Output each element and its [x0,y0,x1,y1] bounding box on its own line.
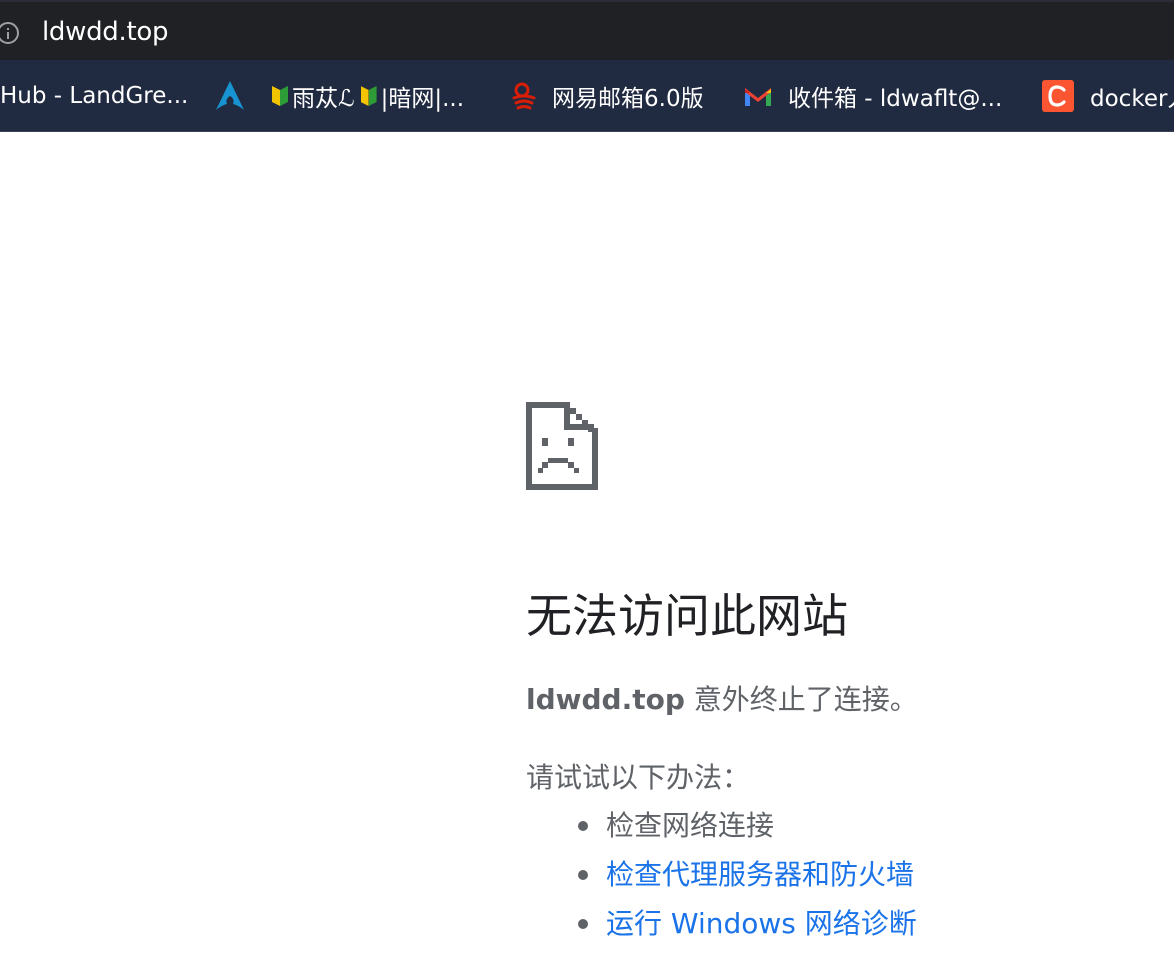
gmail-icon [745,88,771,106]
error-title: 无法访问此网站 [526,589,848,643]
list-item: 检查网络连接 [526,806,917,855]
bookmark-hub[interactable]: Hub - LandGre... [0,60,189,131]
suggestion-check-proxy-link[interactable]: 检查代理服务器和防火墙 [606,858,914,891]
bookmark-docker[interactable]: docker入 [1042,60,1174,131]
error-icon-wrap [526,402,598,490]
list-item: 检查代理服务器和防火墙 [526,855,917,904]
bookmark-label: 收件箱 - ldwaflt@... [788,86,1003,112]
sad-page-icon [526,402,598,490]
list-item: 运行 Windows 网络诊断 [526,904,917,953]
error-message: 意外终止了连接。 [684,683,918,716]
bookmark-label: docker入 [1090,86,1174,112]
url-text[interactable]: ldwdd.top [42,15,168,49]
bullet-icon [578,821,588,831]
bookmark-netease-mail[interactable]: 网易邮箱6.0版 [508,60,704,131]
bullet-icon [578,919,588,929]
error-host: ldwdd.top [526,683,685,716]
bullet-icon [578,870,588,880]
bookmark-gmail[interactable]: 收件箱 - ldwaflt@... [742,60,1003,131]
beginner-badge-icon [361,86,377,106]
netease-mail-icon [512,82,536,110]
suggestion-check-network: 检查网络连接 [606,809,775,842]
bookmarks-bar: Hub - LandGre... 雨苁ℒ |暗网|... 网易邮箱6.0版 收件… [0,60,1174,132]
bookmark-label: 雨苁ℒ [292,86,355,112]
bookmark-arch[interactable] [214,60,246,131]
suggestion-run-diagnostics-link[interactable]: 运行 Windows 网络诊断 [606,907,917,940]
address-bar[interactable]: ldwdd.top [0,0,1174,60]
bookmark-yucong[interactable]: 雨苁ℒ |暗网|... [272,60,465,131]
info-icon[interactable] [0,22,19,44]
suggestions-title: 请试试以下办法： [526,761,751,794]
csdn-icon [1042,80,1074,112]
arch-linux-icon [216,81,244,110]
bookmark-label: 网易邮箱6.0版 [552,86,704,112]
error-summary: ldwdd.top 意外终止了连接。 [526,680,918,720]
bookmark-label: |暗网|... [380,86,465,112]
beginner-badge-icon [272,86,288,106]
bookmark-label: Hub - LandGre... [0,83,189,109]
suggestions-list: 检查网络连接 检查代理服务器和防火墙 运行 Windows 网络诊断 [526,806,917,953]
